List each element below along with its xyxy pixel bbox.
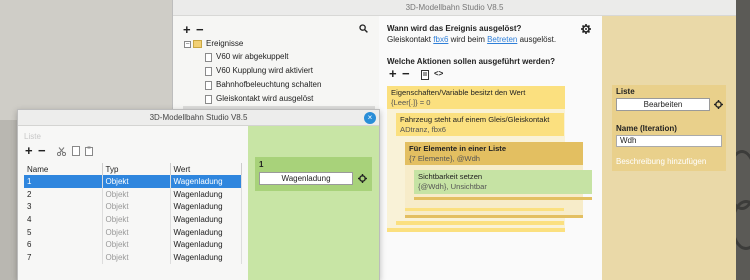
copy-icon[interactable] — [421, 70, 429, 80]
visibility-action-title: Sichtbarkeit setzen — [418, 172, 483, 181]
cell-name: 7 — [24, 251, 103, 264]
dialog-title: 3D-Modellbahn Studio V8.5 — [18, 110, 379, 126]
cell-type: Objekt — [102, 238, 171, 252]
folder-icon — [193, 40, 202, 48]
add-description-link[interactable]: Beschreibung hinzufügen — [616, 157, 706, 166]
visibility-action-block[interactable]: Sichtbarkeit setzen {@Wdh}, Unsichtbar — [414, 170, 592, 194]
document-icon — [205, 95, 212, 104]
table-row[interactable]: 4 Objekt Wagenladung — [24, 213, 242, 226]
gear-icon[interactable] — [714, 100, 723, 109]
copy-icon[interactable] — [72, 146, 80, 156]
cell-name: 2 — [24, 187, 103, 201]
table-header-row: Name Typ Wert — [24, 163, 242, 175]
tree-item-event[interactable]: V60 Kupplung wird aktiviert — [216, 65, 313, 77]
cell-value: Wagenladung — [170, 213, 242, 226]
vehicle-condition-value: ADtranz, fbx6 — [400, 125, 447, 134]
document-icon — [205, 81, 212, 90]
item-card[interactable]: 1 Wagenladung — [255, 157, 372, 191]
add-item-button[interactable]: + — [25, 144, 33, 157]
desktop-scene-strip — [727, 0, 750, 280]
search-icon[interactable] — [359, 24, 368, 33]
close-icon[interactable]: × — [364, 112, 376, 124]
collapse-toggle-icon[interactable]: − — [184, 41, 191, 48]
cell-name: 4 — [24, 213, 103, 226]
condition-block-end — [396, 222, 564, 225]
loop-block-title: Für Elemente in einer Liste — [409, 144, 507, 153]
properties-panel: Liste Bearbeiten Name (Iteration) Wdh Be… — [602, 16, 736, 280]
edit-list-button[interactable]: Bearbeiten — [616, 98, 710, 111]
list-table: Name Typ Wert 1 Objekt Wagenladung 2 Objekt… — [24, 163, 242, 264]
main-window-title: 3D-Modellbahn Studio V8.5 — [173, 0, 736, 16]
remove-action-button[interactable]: − — [402, 67, 410, 80]
cell-type: Objekt — [102, 175, 171, 188]
cell-type: Objekt — [102, 213, 171, 226]
cell-value: Wagenladung — [170, 187, 242, 201]
column-header-type[interactable]: Typ — [102, 163, 171, 175]
document-icon — [205, 67, 212, 76]
actions-question-heading: Welche Aktionen sollen ausgeführt werden… — [387, 57, 556, 66]
column-header-value[interactable]: Wert — [170, 163, 242, 175]
visibility-action-value: {@Wdh}, Unsichtbar — [418, 182, 487, 191]
list-editor-dialog: 3D-Modellbahn Studio V8.5 × Liste + − Na… — [17, 109, 380, 280]
table-row[interactable]: 2 Objekt Wagenladung — [24, 187, 242, 201]
gear-icon[interactable] — [358, 174, 367, 183]
condition-block-title: Eigenschaften/Variable besitzt den Wert — [391, 88, 526, 97]
trigger-suffix: ausgelöst. — [519, 35, 557, 44]
condition-block-value: {Leer[.]} = 0 — [391, 98, 431, 107]
remove-item-button[interactable]: − — [38, 144, 46, 157]
iteration-name-input[interactable]: Wdh — [616, 135, 722, 147]
tree-root-ereignisse[interactable]: Ereignisse — [206, 38, 243, 50]
table-row[interactable]: 7 Objekt Wagenladung — [24, 251, 242, 264]
cell-value: Wagenladung — [170, 238, 242, 252]
add-action-button[interactable]: + — [389, 67, 397, 80]
list-field-label: Liste — [616, 87, 635, 96]
list-panel: Liste + − Name Typ Wert 1 Objekt Wagenladu… — [18, 126, 248, 280]
remove-event-button[interactable]: − — [196, 23, 204, 36]
cell-name: 3 — [24, 200, 103, 214]
cell-name: 6 — [24, 238, 103, 252]
paste-icon[interactable] — [85, 146, 93, 156]
trigger-description: Gleiskontakt fbx6 wird beim Betreten aus… — [387, 35, 556, 44]
desktop-background — [0, 0, 172, 120]
trigger-middle: wird beim — [450, 35, 485, 44]
add-event-button[interactable]: + — [183, 23, 191, 36]
trigger-action-link[interactable]: Betreten — [487, 35, 517, 44]
cell-value: Wagenladung — [170, 175, 242, 188]
document-icon — [205, 53, 212, 62]
item-value-button[interactable]: Wagenladung — [259, 172, 353, 185]
table-row[interactable]: 3 Objekt Wagenladung — [24, 200, 242, 214]
loop-block-value: {7 Elemente}, @Wdh — [409, 154, 481, 163]
tree-item-event[interactable]: Bahnhofbeleuchtung schalten — [216, 79, 321, 91]
cell-type: Objekt — [102, 200, 171, 214]
table-row[interactable]: 5 Objekt Wagenladung — [24, 225, 242, 239]
cell-type: Objekt — [102, 225, 171, 239]
item-detail-panel: 1 Wagenladung — [248, 126, 379, 280]
scissors-icon[interactable] — [57, 147, 66, 156]
tree-item-event-selected[interactable]: Gleiskontakt wird ausgelöst — [216, 93, 313, 105]
iteration-name-label: Name (Iteration) — [616, 124, 677, 133]
item-index: 1 — [259, 160, 264, 169]
cell-value: Wagenladung — [170, 200, 242, 214]
vehicle-block-end — [405, 208, 564, 211]
table-row[interactable]: 1 Objekt Wagenladung — [24, 175, 242, 188]
cell-type: Objekt — [102, 251, 171, 264]
cell-value: Wagenladung — [170, 225, 242, 239]
tree-item-event[interactable]: V60 wir abgekuppelt — [216, 51, 289, 63]
cell-value: Wagenladung — [170, 251, 242, 264]
column-header-name[interactable]: Name — [24, 163, 103, 175]
when-question-heading: Wann wird das Ereignis ausgelöst? — [387, 24, 522, 33]
trigger-object-link[interactable]: fbx6 — [433, 35, 448, 44]
gear-icon[interactable] — [581, 24, 591, 34]
event-editor-panel: Wann wird das Ereignis ausgelöst? Gleisk… — [379, 16, 602, 280]
cell-name: 5 — [24, 225, 103, 239]
cell-type: Objekt — [102, 187, 171, 201]
list-search-placeholder[interactable]: Liste — [24, 132, 41, 141]
code-icon[interactable]: <> — [434, 69, 443, 78]
vehicle-condition-title: Fahrzeug steht auf einem Gleis/Gleiskont… — [400, 115, 550, 124]
table-row[interactable]: 6 Objekt Wagenladung — [24, 238, 242, 252]
trigger-prefix: Gleiskontakt — [387, 35, 432, 44]
loop-block-end — [414, 197, 592, 200]
cell-name: 1 — [24, 175, 103, 188]
